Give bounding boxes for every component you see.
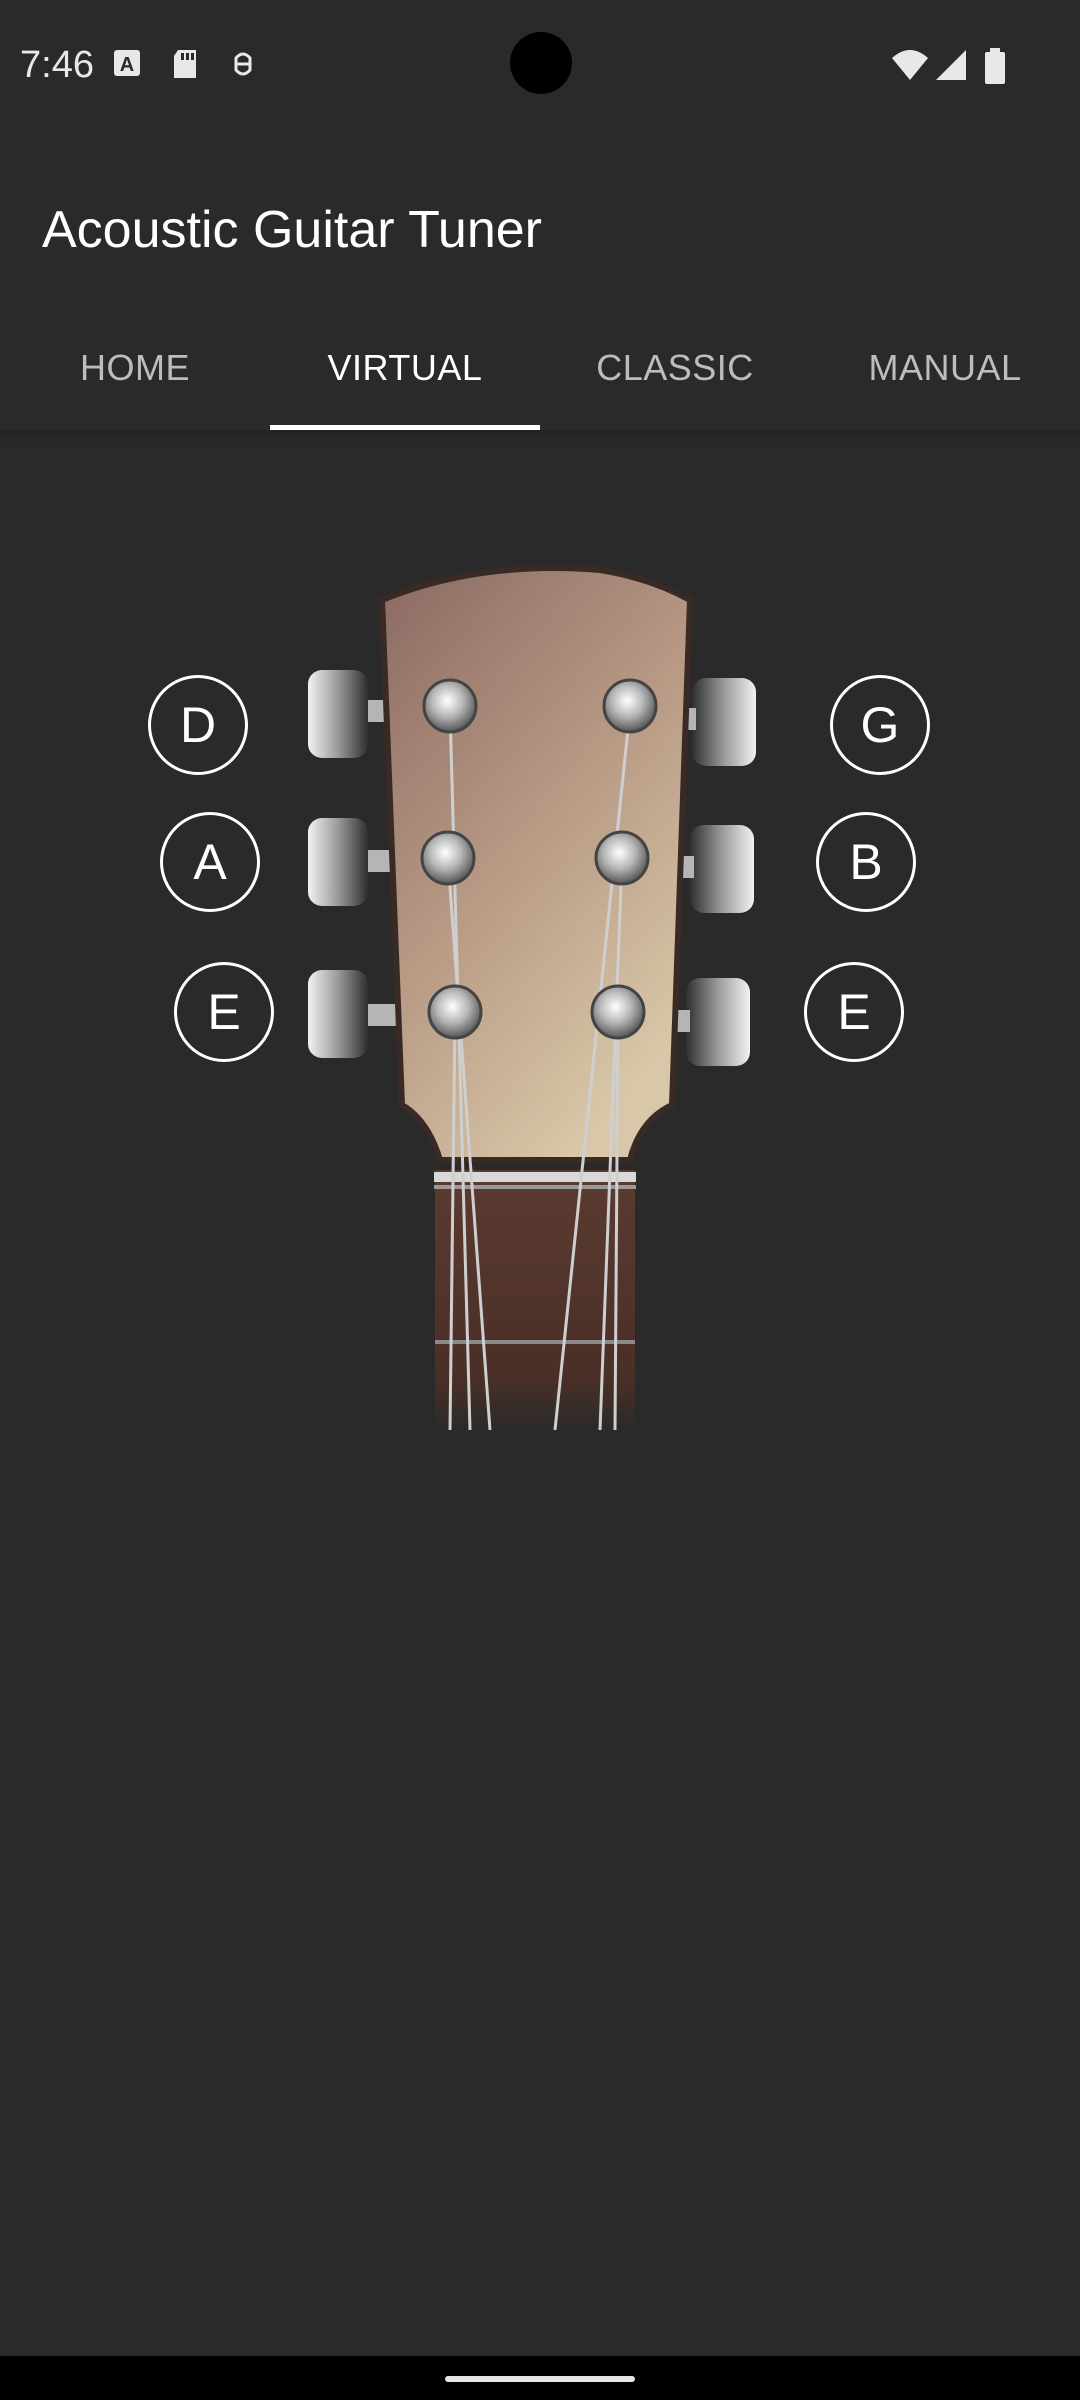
- signal-icon: [936, 50, 966, 80]
- tab-home[interactable]: HOME: [0, 320, 270, 430]
- debug-icon: [234, 52, 252, 76]
- status-time: 7:46: [20, 44, 94, 86]
- sd-card-icon: [174, 50, 196, 78]
- guitar-headstock-image: [308, 565, 756, 1430]
- home-gesture-handle[interactable]: [445, 2376, 635, 2382]
- note-button-low-e[interactable]: E: [174, 962, 274, 1062]
- tab-virtual[interactable]: VIRTUAL: [270, 320, 540, 430]
- tab-bar: HOME VIRTUAL CLASSIC MANUAL: [0, 320, 1080, 430]
- app-title: Acoustic Guitar Tuner: [42, 201, 542, 259]
- front-camera: [510, 32, 572, 94]
- note-button-g[interactable]: G: [830, 675, 930, 775]
- note-button-d[interactable]: D: [148, 675, 248, 775]
- system-nav-bar: [0, 2356, 1080, 2400]
- tab-manual[interactable]: MANUAL: [810, 320, 1080, 430]
- note-button-a[interactable]: A: [160, 812, 260, 912]
- svg-text:A: A: [120, 54, 134, 76]
- note-button-high-e[interactable]: E: [804, 962, 904, 1062]
- a-notification-icon: A: [114, 50, 140, 76]
- tab-classic[interactable]: CLASSIC: [540, 320, 810, 430]
- battery-icon: [985, 48, 1005, 84]
- note-button-b[interactable]: B: [816, 812, 916, 912]
- wifi-icon: [892, 50, 928, 80]
- tab-shadow: [0, 430, 1080, 444]
- status-bar: 7:46 A: [0, 0, 1080, 130]
